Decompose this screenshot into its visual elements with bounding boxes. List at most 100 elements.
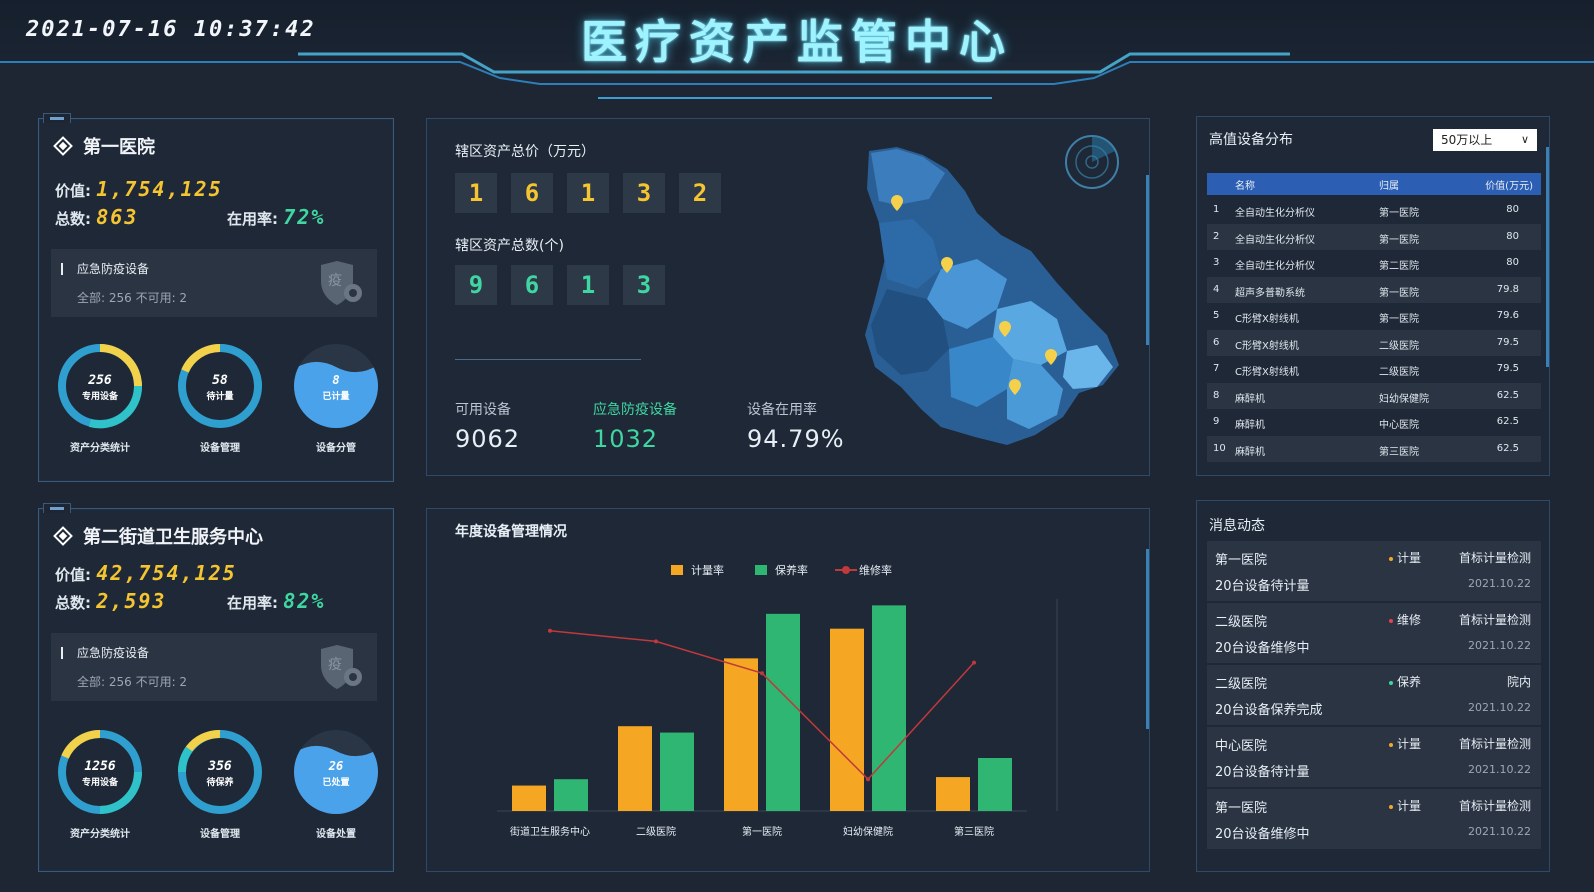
- message-item[interactable]: 二级医院 保养 院内 20台设备保养完成 2021.10.22: [1207, 665, 1541, 725]
- usage-label: 在用率:: [227, 594, 278, 612]
- scroll-indicator[interactable]: [1146, 175, 1149, 345]
- table-cell-no: 1: [1213, 204, 1220, 215]
- table-cell-value: 79.8: [1496, 283, 1519, 295]
- value-row: 价值: 1,754,125: [55, 177, 223, 201]
- bar: [660, 732, 694, 811]
- table-cell-value: 62.5: [1496, 416, 1519, 427]
- stat-value: 9062: [455, 425, 521, 453]
- asset-total-digit: 1: [455, 173, 497, 213]
- dropdown-value: 50万以上: [1441, 133, 1493, 147]
- asset-total-digit: 3: [623, 173, 665, 213]
- table-cell-value: 80: [1506, 204, 1519, 215]
- message-item[interactable]: 第一医院 计量 首标计量检测 20台设备待计量 2021.10.22: [1207, 541, 1541, 601]
- asset-total-title: 辖区资产总价（万元）: [455, 144, 595, 160]
- ring-value: 1256: [84, 759, 116, 774]
- header: 2021-07-16 10:37:42 医疗资产监管中心: [0, 0, 1594, 100]
- corner-tab: [43, 113, 71, 123]
- hospital-name: 第二街道卫生服务中心: [83, 527, 263, 548]
- bar: [830, 628, 864, 811]
- legend-label: 维修率: [859, 563, 892, 577]
- table-row[interactable]: 7 C形臂X射线机 二级医院 79.5: [1207, 356, 1541, 382]
- message-date: 2021.10.22: [1468, 577, 1531, 590]
- table-row[interactable]: 4 超声多普勒系统 第一医院 79.8: [1207, 276, 1541, 303]
- emergency-box[interactable]: 应急防疫设备 全部: 256 不可用: 2 疫: [51, 249, 377, 317]
- message-tag: 院内: [1506, 675, 1531, 689]
- table-cell-value: 62.5: [1496, 389, 1519, 401]
- message-org: 二级医院: [1215, 677, 1268, 692]
- emergency-sub: 全部: 256 不可用: 2: [77, 675, 188, 689]
- chart-panel: 年度设备管理情况 计量率 保养率 维修率 街道卫生服务中心 二级医院 第一医院 妇幼保健院第…: [426, 508, 1150, 872]
- scroll-indicator[interactable]: [1546, 147, 1549, 367]
- ring-label: 资产分类统计: [70, 829, 130, 840]
- ring-value: 8: [332, 373, 340, 387]
- total-label: 总数:: [55, 594, 91, 612]
- table-row[interactable]: 1 全自动生化分析仪 第一医院 80: [1207, 197, 1541, 223]
- ring-sub: 已处置: [322, 778, 350, 788]
- hospital-panel-2: 第二街道卫生服务中心 价值: 42,754,125 总数: 2,593 在用率:…: [38, 503, 394, 872]
- total-amount: 863: [96, 205, 139, 229]
- table-row[interactable]: 3 全自动生化分析仪 第二医院 80: [1207, 250, 1541, 276]
- message-type: 维修: [1389, 611, 1421, 628]
- table-cell-value: 79.5: [1496, 363, 1519, 374]
- table-cell-value: 79.6: [1496, 310, 1519, 321]
- line-series: [549, 630, 975, 781]
- emergency-sub: 全部: 256 不可用: 2: [77, 291, 188, 305]
- message-item[interactable]: 中心医院 计量 首标计量检测 20台设备待计量 2021.10.22: [1207, 727, 1541, 787]
- column-header: 名称: [1235, 181, 1255, 192]
- shield-gear-icon: 疫: [321, 645, 362, 689]
- total-row: 总数: 2,593: [55, 589, 166, 613]
- table-cell-name: 全自动生化分析仪: [1235, 234, 1315, 246]
- annual-equipment-chart: 计量率 保养率 维修率街道卫生服务中心 二级医院 第一医院 妇幼保健院 第三医院: [497, 563, 1058, 838]
- radar-icon[interactable]: [1063, 133, 1121, 191]
- emergency-box[interactable]: 应急防疫设备 全部: 256 不可用: 2 疫: [51, 633, 377, 701]
- message-text: 20台设备维修中: [1215, 827, 1310, 842]
- table-cell-owner: 第一医院: [1379, 287, 1419, 299]
- legend-label: 保养率: [775, 563, 808, 577]
- legend-swatch: [755, 565, 767, 575]
- ring-value: 58: [212, 373, 228, 388]
- ring-label: 设备分管: [316, 443, 356, 454]
- message-type-label: 计量: [1397, 737, 1422, 751]
- scroll-indicator[interactable]: [1146, 549, 1149, 729]
- emergency-title: 应急防疫设备: [61, 647, 149, 659]
- table-row[interactable]: 2 全自动生化分析仪 第一医院 80: [1207, 223, 1541, 250]
- table-cell-name: 麻醉机: [1235, 446, 1265, 458]
- x-tick-label: 二级医院: [636, 825, 676, 838]
- bar: [872, 605, 906, 811]
- diamond-icon: [53, 526, 73, 546]
- message-tag: 首标计量检测: [1458, 613, 1531, 627]
- asset-count-digit: 6: [511, 265, 553, 305]
- message-org: 二级医院: [1215, 615, 1268, 630]
- table-row[interactable]: 9 麻醉机 中心医院 62.5: [1207, 409, 1541, 435]
- table-cell-name: 全自动生化分析仪: [1235, 208, 1315, 219]
- message-item[interactable]: 二级医院 维修 首标计量检测 20台设备维修中 2021.10.22: [1207, 603, 1541, 663]
- line-point: [866, 777, 870, 782]
- ring-label: 设备管理: [200, 443, 240, 454]
- table-row[interactable]: 5 C形臂X射线机 第一医院 79.6: [1207, 303, 1541, 329]
- ring-value: 26: [328, 759, 344, 773]
- table-cell-no: 5: [1213, 310, 1220, 321]
- table-row[interactable]: 8 麻醉机 妇幼保健院 62.5: [1207, 382, 1541, 409]
- table-cell-owner: 二级医院: [1379, 340, 1419, 352]
- usage-row: 在用率: 82%: [227, 589, 325, 613]
- stat-label: 应急防疫设备: [593, 402, 677, 418]
- asset-total-digit: 6: [511, 173, 553, 213]
- ring-label: 资产分类统计: [70, 443, 130, 454]
- line-point: [654, 639, 658, 644]
- table-cell-owner: 第三医院: [1379, 446, 1419, 458]
- hospital-title: 第一医院: [53, 133, 155, 159]
- table-cell-name: 超声多普勒系统: [1235, 287, 1305, 299]
- ring-sub: 专用设备: [81, 392, 118, 402]
- high-value-title: 高值设备分布: [1209, 132, 1293, 148]
- message-date: 2021.10.22: [1468, 639, 1531, 652]
- chevron-down-icon: ∨: [1520, 133, 1529, 146]
- message-date: 2021.10.22: [1468, 825, 1531, 838]
- status-dot-icon: [1389, 804, 1393, 809]
- value-filter-dropdown[interactable]: 50万以上 ∨: [1433, 129, 1537, 151]
- message-text: 20台设备待计量: [1215, 765, 1310, 780]
- message-item[interactable]: 第一医院 计量 首标计量检测 20台设备维修中 2021.10.22: [1207, 789, 1541, 849]
- table-row[interactable]: 6 C形臂X射线机 二级医院 79.5: [1207, 329, 1541, 356]
- table-row[interactable]: 10 麻醉机 第三医院 62.5: [1207, 435, 1541, 462]
- svg-text:疫: 疫: [328, 657, 342, 673]
- table-cell-owner: 第一医院: [1379, 314, 1419, 325]
